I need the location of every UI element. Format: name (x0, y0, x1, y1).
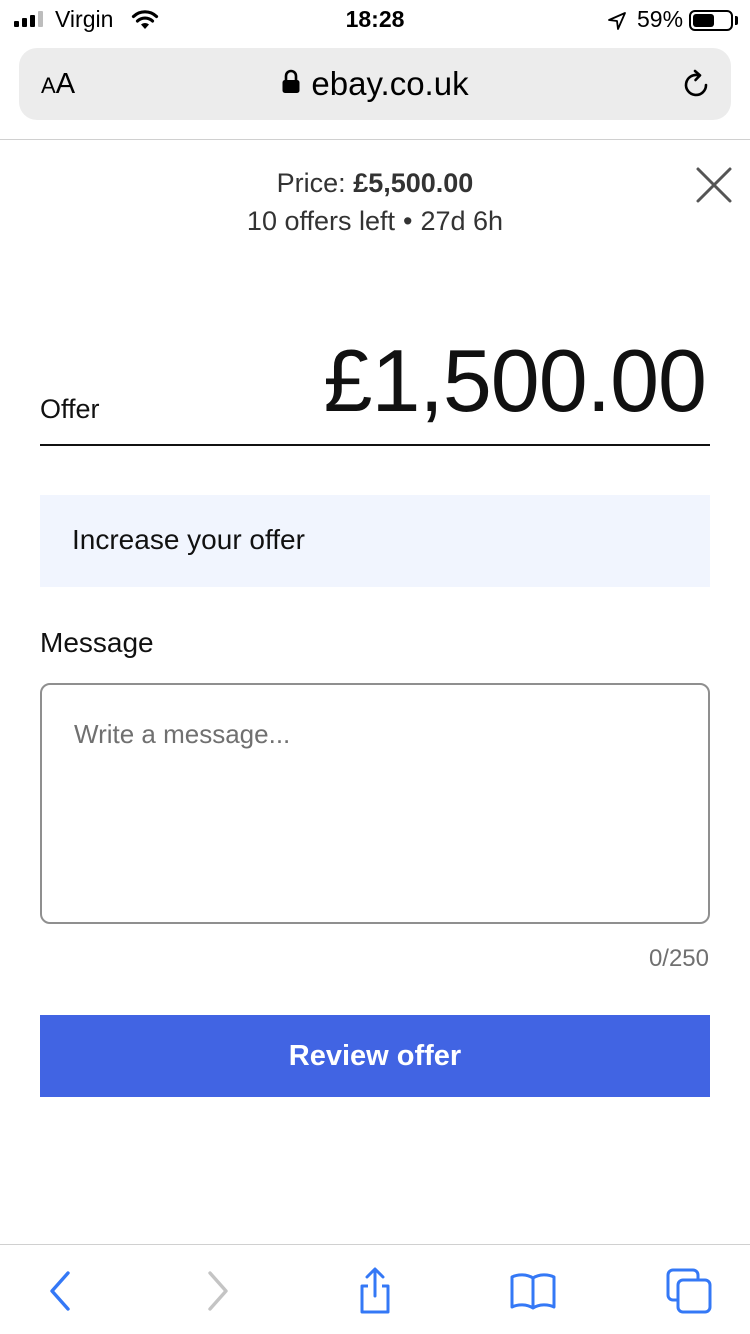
share-icon[interactable] (350, 1266, 400, 1316)
price-value: £5,500.00 (353, 168, 474, 198)
offer-label: Offer (40, 394, 100, 424)
status-bar: Virgin 18:28 59% (0, 0, 750, 40)
reload-icon[interactable] (679, 68, 713, 102)
back-icon[interactable] (36, 1266, 86, 1316)
divider (0, 1244, 750, 1245)
url-bar[interactable]: AA ebay.co.uk (19, 48, 731, 120)
tabs-icon[interactable] (664, 1266, 714, 1316)
time-left: 27d 6h (420, 206, 504, 236)
battery-cap (735, 16, 738, 25)
message-label: Message (40, 627, 154, 658)
char-counter: 0/250 (648, 945, 709, 972)
price-label: Price: (276, 168, 346, 198)
url-text: ebay.co.uk (311, 65, 469, 102)
review-offer-button[interactable]: Review offer (40, 1015, 710, 1097)
battery-percent: 59% (637, 6, 684, 32)
lock-icon (281, 65, 301, 103)
increase-offer-text: Increase your offer (72, 524, 305, 555)
bookmarks-icon[interactable] (508, 1266, 558, 1316)
separator: • (403, 206, 413, 236)
listing-meta: 10 offers left • 27d 6h (0, 206, 750, 237)
offer-amount-input[interactable]: £1,500.00 (324, 330, 707, 432)
offer-underline (40, 444, 710, 446)
battery-icon (689, 10, 733, 31)
close-icon[interactable] (695, 166, 733, 204)
message-input[interactable] (40, 683, 710, 924)
offers-left: 10 offers left (246, 206, 396, 236)
forward-icon[interactable] (192, 1266, 242, 1316)
address-field[interactable]: ebay.co.uk (19, 65, 731, 103)
divider (0, 139, 750, 140)
location-icon (606, 10, 628, 37)
battery-fill (693, 14, 714, 27)
price-line: Price: £5,500.00 (0, 168, 750, 199)
increase-offer-banner: Increase your offer (40, 495, 710, 587)
